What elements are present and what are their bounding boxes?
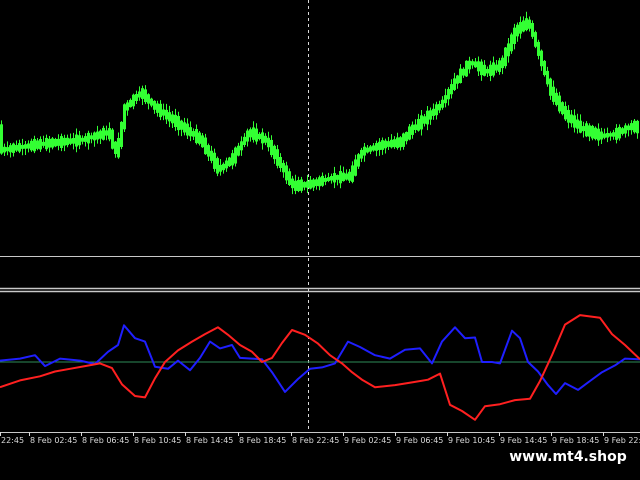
time-tick-label: 8 Feb 10:45	[134, 436, 181, 445]
time-tick-label: 8 Feb 18:45	[239, 436, 286, 445]
time-tick-label: 9 Feb 02:45	[344, 436, 391, 445]
time-tick-label: 22:45	[1, 436, 24, 445]
time-tick-label: 8 Feb 14:45	[186, 436, 233, 445]
watermark-label: www.mt4.shop	[496, 444, 640, 470]
time-tick-label: 9 Feb 10:45	[448, 436, 495, 445]
time-tick-label: 8 Feb 06:45	[82, 436, 129, 445]
time-tick-label: 8 Feb 02:45	[30, 436, 77, 445]
time-tick-label: 9 Feb 06:45	[396, 436, 443, 445]
chart-canvas: 22:45 8 Feb 02:45 8 Feb 06:45 8 Feb 10:45 8 …	[0, 0, 640, 480]
time-tick-label: 8 Feb 22:45	[292, 436, 339, 445]
